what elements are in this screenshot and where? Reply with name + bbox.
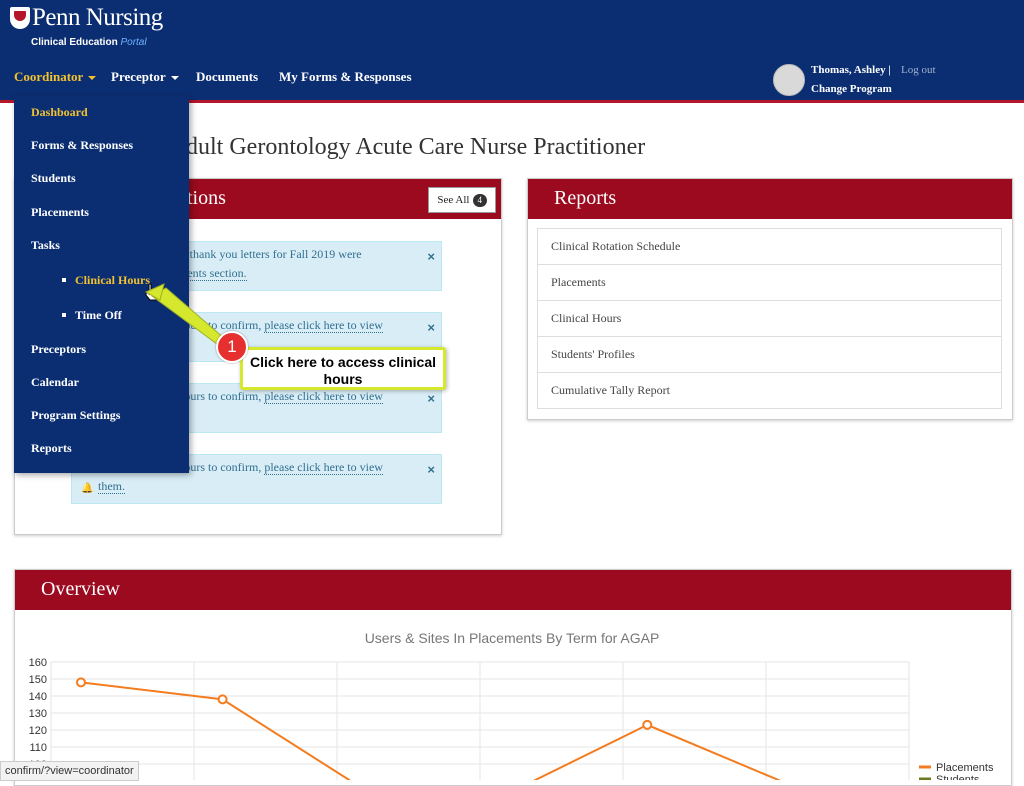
callout-arrow <box>144 283 241 359</box>
callout-box: Click here to access clinical hours <box>240 347 446 390</box>
step-number-badge: 1 <box>216 331 248 363</box>
status-bar-url: confirm/?view=coordinator <box>0 761 139 781</box>
